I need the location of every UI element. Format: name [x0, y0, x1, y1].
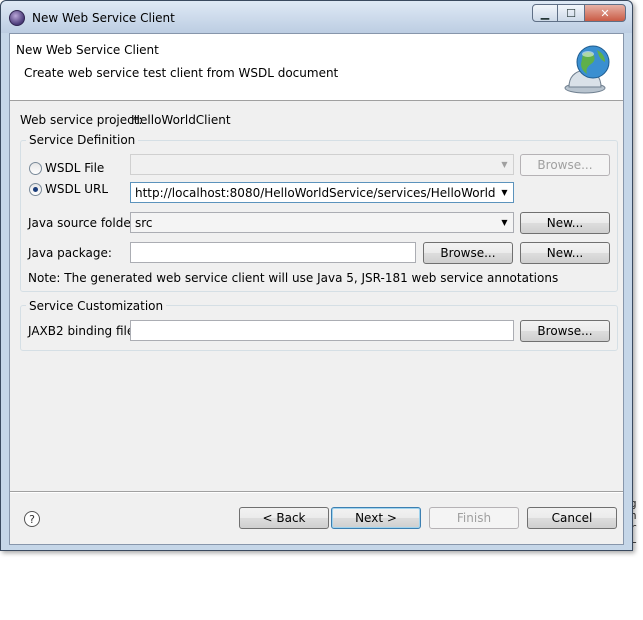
banner-description: Create web service test client from WSDL…	[24, 66, 339, 80]
back-button[interactable]: < Back	[239, 507, 329, 529]
finish-button[interactable]: Finish	[429, 507, 519, 529]
cancel-button[interactable]: Cancel	[527, 507, 617, 529]
java-source-folder-combo[interactable]: src ▼	[130, 212, 514, 233]
jaxb2-browse-button[interactable]: Browse...	[520, 320, 610, 342]
java-source-folder-value: src	[135, 216, 153, 230]
java-package-new-button[interactable]: New...	[520, 242, 610, 264]
jaxb2-binding-file-input[interactable]	[130, 320, 514, 341]
dialog-window: New Web Service Client ▁ ☐ ✕ New Web Ser…	[0, 0, 633, 551]
jaxb2-binding-file-label: JAXB2 binding file:	[28, 324, 139, 338]
wsdl-url-value: http://localhost:8080/HelloWorldService/…	[135, 186, 514, 200]
wsdl-file-radio[interactable]	[29, 162, 42, 175]
chevron-down-icon[interactable]: ▼	[496, 213, 513, 232]
wsdl-url-combo[interactable]: http://localhost:8080/HelloWorldService/…	[130, 182, 514, 203]
wsdl-url-radio[interactable]	[29, 183, 42, 196]
wsdl-file-label: WSDL File	[45, 161, 105, 175]
minimize-button[interactable]: ▁	[532, 4, 558, 22]
java-source-folder-label: Java source folder:	[28, 216, 140, 230]
service-definition-title: Service Definition	[26, 133, 139, 147]
close-button[interactable]: ✕	[584, 4, 626, 22]
web-service-project-label: Web service project:	[20, 113, 143, 127]
window-title: New Web Service Client	[32, 11, 175, 25]
web-service-project-value: HelloWorldClient	[131, 113, 231, 127]
banner-title: New Web Service Client	[16, 43, 159, 57]
footer-separator	[10, 491, 623, 493]
java-source-folder-new-button[interactable]: New...	[520, 212, 610, 234]
wsdl-file-combo[interactable]: ▼	[130, 154, 514, 175]
help-symbol: ?	[29, 512, 35, 526]
close-icon: ✕	[600, 6, 610, 20]
java-package-input[interactable]	[130, 242, 416, 263]
maximize-button[interactable]: ☐	[558, 4, 584, 22]
chevron-down-icon[interactable]: ▼	[496, 183, 513, 202]
java5-note: Note: The generated web service client w…	[28, 271, 559, 285]
service-customization-title: Service Customization	[26, 299, 167, 313]
chevron-down-icon[interactable]: ▼	[496, 155, 513, 174]
minimize-icon: ▁	[540, 6, 550, 20]
java-package-label: Java package:	[28, 246, 112, 260]
wsdl-file-browse-button[interactable]: Browse...	[520, 154, 610, 176]
help-icon[interactable]: ?	[24, 511, 40, 527]
eclipse-icon	[9, 10, 25, 26]
maximize-icon: ☐	[566, 6, 576, 20]
dialog-content: New Web Service Client Create web servic…	[9, 33, 624, 545]
title-bar[interactable]: New Web Service Client ▁ ☐ ✕	[1, 1, 632, 33]
java-package-browse-button[interactable]: Browse...	[423, 242, 513, 264]
wsdl-url-label: WSDL URL	[45, 182, 109, 196]
globe-bell-icon	[564, 45, 610, 94]
wizard-banner: New Web Service Client Create web servic…	[10, 34, 623, 101]
window-controls: ▁ ☐ ✕	[532, 4, 626, 24]
next-button[interactable]: Next >	[331, 507, 421, 529]
